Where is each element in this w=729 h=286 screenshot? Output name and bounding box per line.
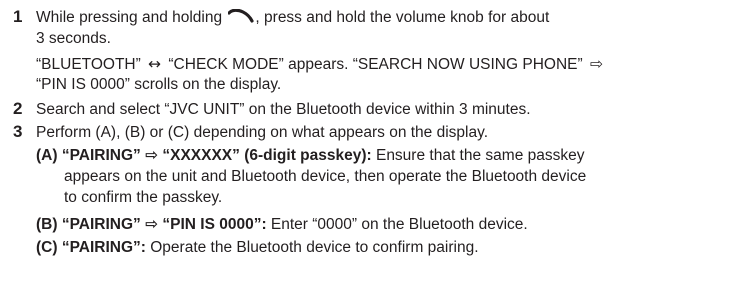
option-c-label: (C) “PAIRING”: [36, 239, 146, 256]
step-3-title: Perform (A), (B) or (C) depending on wha… [36, 124, 489, 141]
step-1-detail-line1: “BLUETOOTH” ↔ “CHECK MODE” appears. “SEA… [36, 54, 606, 75]
step-2-number: 2 [13, 99, 23, 118]
option-c-text: Operate the Bluetooth device to confirm … [145, 239, 479, 256]
right-arrow-icon: ⇨ [589, 55, 603, 73]
detail-bluetooth-text: “BLUETOOTH” [36, 56, 146, 73]
option-a-text: Ensure that the same passkey [371, 147, 585, 164]
option-a-label: (A) “PAIRING” ⇨ “XXXXXX” (6-digit passke… [36, 147, 372, 164]
step-1-text-after-icon: , press and hold the volume knob for abo… [255, 9, 550, 26]
option-b-text: Enter “0000” on the Bluetooth device. [266, 216, 528, 233]
option-b-label: (B) “PAIRING” ⇨ “PIN IS 0000”: [36, 216, 267, 233]
step-3-number: 3 [13, 122, 23, 141]
option-a-line1: (A) “PAIRING” ⇨ “XXXXXX” (6-digit passke… [36, 146, 584, 166]
detail-check-mode-text: “CHECK MODE” appears. “SEARCH NOW USING … [164, 56, 587, 73]
step-1-title-line2: 3 seconds. [36, 30, 111, 47]
step-2-title: Search and select “JVC UNIT” on the Blue… [36, 101, 531, 118]
instruction-document: 1 While pressing and holding , press and… [0, 0, 729, 286]
hang-up-icon [227, 8, 255, 29]
step-1-title-line1: While pressing and holding , press and h… [36, 8, 549, 29]
option-b-line: (B) “PAIRING” ⇨ “PIN IS 0000”: Enter “00… [36, 215, 528, 235]
double-arrow-icon: ↔ [148, 55, 162, 73]
step-1-number: 1 [13, 7, 23, 26]
option-a-line2: appears on the unit and Bluetooth device… [64, 168, 587, 185]
option-a-line3: to confirm the passkey. [64, 189, 223, 206]
step-1-text-before-icon: While pressing and holding [36, 9, 227, 26]
step-1-detail-line2: “PIN IS 0000” scrolls on the display. [36, 76, 282, 93]
option-c-line: (C) “PAIRING”: Operate the Bluetooth dev… [36, 238, 479, 258]
